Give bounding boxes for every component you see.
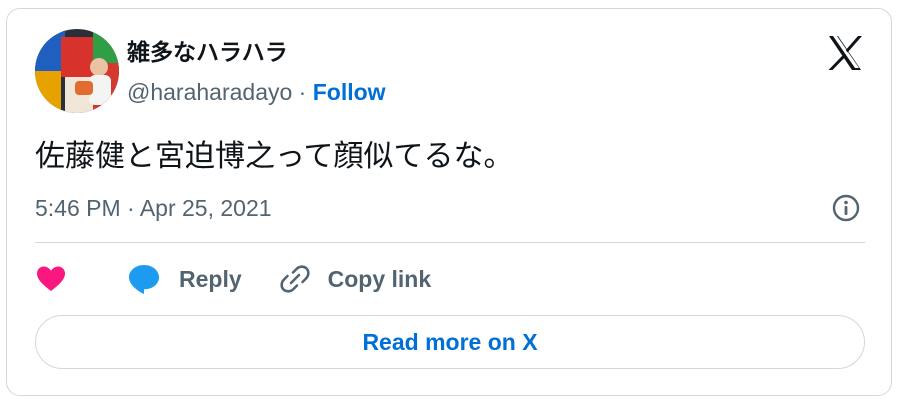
avatar-image xyxy=(35,29,119,113)
reply-button[interactable]: Reply xyxy=(127,263,242,295)
reply-label: Reply xyxy=(179,266,242,292)
like-button[interactable] xyxy=(35,264,67,294)
link-icon xyxy=(280,265,310,293)
divider xyxy=(35,242,865,243)
read-more-label: Read more on X xyxy=(362,328,538,355)
tweet-timestamp[interactable]: 5:46 PM · Apr 25, 2021 xyxy=(35,193,272,223)
action-bar: Reply Copy link xyxy=(35,261,431,297)
handle-row: @haraharadayo · Follow xyxy=(127,77,386,107)
tweet-text: 佐藤健と宮迫博之って顔似てるな。 xyxy=(35,140,514,173)
copy-link-label: Copy link xyxy=(327,266,432,292)
tweet-embed-card: 雑多なハラハラ @haraharadayo · Follow 佐藤健と宮迫博之っ… xyxy=(6,8,892,396)
x-logo-icon[interactable] xyxy=(825,33,865,73)
copy-link-button[interactable]: Copy link xyxy=(280,264,432,294)
heart-icon xyxy=(37,266,65,291)
read-more-button[interactable]: Read more on X xyxy=(35,315,865,369)
follow-button[interactable]: Follow xyxy=(313,79,386,105)
handle-separator: · xyxy=(292,79,313,105)
info-icon[interactable] xyxy=(831,193,861,223)
display-name[interactable]: 雑多なハラハラ xyxy=(127,37,288,67)
avatar[interactable] xyxy=(35,29,119,113)
speech-bubble-icon xyxy=(129,265,159,294)
user-handle[interactable]: @haraharadayo xyxy=(127,79,292,105)
